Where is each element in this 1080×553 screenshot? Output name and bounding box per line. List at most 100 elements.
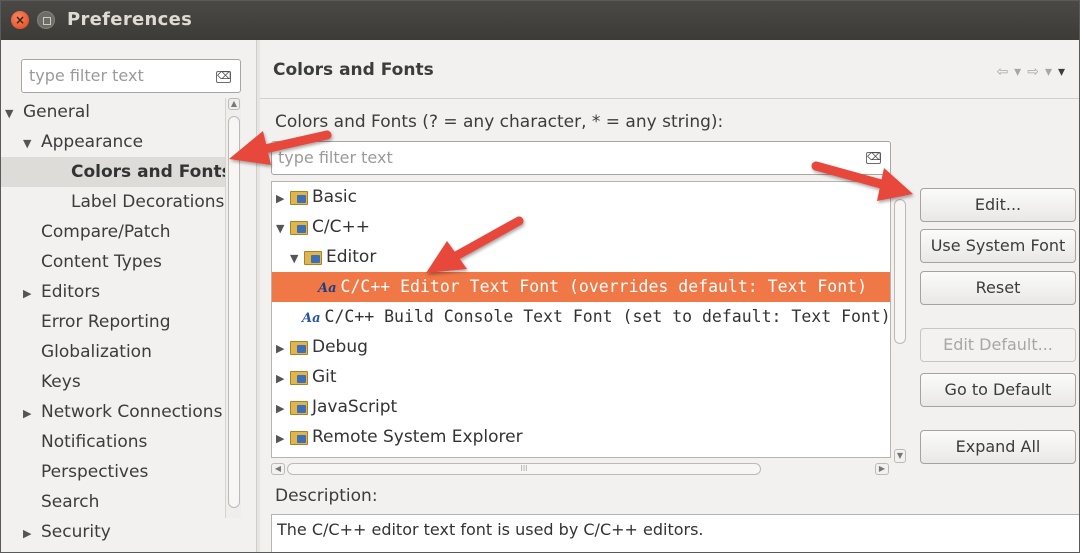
- tree-row[interactable]: ▶ JavaScript: [272, 392, 890, 424]
- tree-row[interactable]: Aa C/C++ Build Console Text Font (set to …: [272, 302, 891, 332]
- expanded-twisty-icon[interactable]: ▼: [290, 244, 304, 274]
- clear-filter-icon[interactable]: ⌫: [866, 152, 881, 164]
- tree-horizontal-scrollbar[interactable]: ◀ III ▶: [271, 461, 891, 477]
- description-label: Description:: [275, 486, 378, 506]
- folder-icon: [290, 399, 308, 415]
- tree-vscroll-thumb[interactable]: [894, 199, 906, 344]
- sidebar-item-label: Error Reporting: [41, 312, 171, 332]
- hscroll-grip: III: [520, 464, 528, 473]
- sidebar-item-label: Keys: [41, 372, 81, 392]
- forward-dropdown-icon[interactable]: ▾: [1045, 64, 1058, 80]
- sidebar-item[interactable]: Search: [1, 487, 226, 517]
- tree-row-label: C/C++ Build Console Text Font (set to de…: [324, 307, 891, 326]
- sidebar-item[interactable]: ▶ Editors: [1, 277, 226, 307]
- collapsed-twisty-icon[interactable]: ▶: [23, 519, 37, 549]
- scroll-left-icon[interactable]: ◀: [271, 463, 285, 475]
- forward-icon[interactable]: ⇨: [1027, 64, 1045, 80]
- collapsed-twisty-icon[interactable]: ▶: [276, 394, 290, 424]
- sidebar-item[interactable]: ▼ General: [1, 97, 226, 127]
- sidebar-item-label: Search: [41, 492, 100, 512]
- sidebar-item-label: Appearance: [41, 132, 144, 152]
- sidebar-item-label: Notifications: [41, 432, 148, 452]
- scroll-down-icon[interactable]: ▼: [894, 449, 906, 463]
- sidebar-item[interactable]: Colors and Fonts: [1, 157, 226, 187]
- tree-row[interactable]: ▶ Remote System Explorer: [272, 422, 890, 454]
- sidebar-item[interactable]: Error Reporting: [1, 307, 226, 337]
- tree-row-label: JavaScript: [312, 397, 398, 417]
- preferences-window: × Preferences type filter text ⌫ ▼ Genera…: [0, 0, 1080, 553]
- expanded-twisty-icon[interactable]: ▼: [276, 214, 290, 244]
- tree-row[interactable]: ▶ Git: [272, 362, 890, 394]
- tree-row-label: Basic: [312, 187, 358, 207]
- tree-row-label: Git: [312, 367, 337, 387]
- collapsed-twisty-icon[interactable]: ▶: [276, 364, 290, 394]
- header-divider: [260, 98, 1079, 99]
- expand-all-button[interactable]: Expand All: [920, 430, 1076, 464]
- clear-filter-icon[interactable]: ⌫: [216, 71, 231, 83]
- minimize-icon[interactable]: [37, 11, 55, 29]
- sidebar-item[interactable]: Compare/Patch: [1, 217, 226, 247]
- sidebar-filter-placeholder: type filter text: [29, 66, 144, 85]
- tree-hscroll-thumb[interactable]: III: [287, 463, 761, 475]
- sidebar-item[interactable]: Perspectives: [1, 457, 226, 487]
- sidebar-item[interactable]: Content Types: [1, 247, 226, 277]
- sidebar-scrollbar[interactable]: ▲: [225, 98, 241, 518]
- colors-filter-input[interactable]: type filter text ⌫: [271, 141, 891, 175]
- preference-page: Colors and Fonts ⇦▾⇨▾▾ Colors and Fonts …: [260, 40, 1079, 552]
- tree-row[interactable]: ▼ Editor: [272, 242, 890, 274]
- tree-row[interactable]: ▶ Debug: [272, 332, 890, 364]
- go-to-default-button[interactable]: Go to Default: [920, 373, 1076, 407]
- close-icon[interactable]: ×: [11, 11, 29, 29]
- sidebar-filter-input[interactable]: type filter text ⌫: [21, 59, 241, 93]
- tree-row-label: Debug: [312, 337, 368, 357]
- expanded-twisty-icon[interactable]: ▼: [5, 99, 19, 129]
- expanded-twisty-icon[interactable]: ▼: [23, 129, 37, 159]
- back-icon[interactable]: ⇦: [996, 64, 1014, 80]
- sidebar-item[interactable]: ▶ Security: [1, 517, 226, 547]
- collapsed-twisty-icon[interactable]: ▶: [276, 184, 290, 214]
- sidebar-item[interactable]: ▼ Appearance: [1, 127, 226, 157]
- preferences-tree: ▼ General ▼ Appearance Colors and Fonts Label…: [1, 97, 226, 551]
- page-title: Colors and Fonts: [273, 60, 434, 80]
- sidebar-item-label: Globalization: [41, 342, 152, 362]
- collapsed-twisty-icon[interactable]: ▶: [276, 424, 290, 454]
- scroll-up-icon[interactable]: ▲: [228, 98, 240, 110]
- sidebar-item[interactable]: Globalization: [1, 337, 226, 367]
- sidebar-item-label: Label Decorations: [71, 192, 225, 212]
- sidebar-item-label: Content Types: [41, 252, 162, 272]
- colors-filter-placeholder: type filter text: [278, 148, 393, 167]
- sidebar-item[interactable]: Keys: [1, 367, 226, 397]
- sidebar-scrollbar-thumb[interactable]: [228, 116, 240, 508]
- tree-row[interactable]: Aa C/C++ Editor Text Font (overrides defa…: [272, 272, 890, 302]
- edit-button[interactable]: Edit...: [920, 188, 1076, 222]
- sidebar-item[interactable]: Notifications: [1, 427, 226, 457]
- collapsed-twisty-icon[interactable]: ▶: [23, 399, 37, 429]
- reset-button[interactable]: Reset: [920, 271, 1076, 305]
- folder-icon: [290, 189, 308, 205]
- tree-vertical-scrollbar[interactable]: ▼: [893, 199, 907, 463]
- tree-row-label: C/C++ Editor Text Font (overrides defaul…: [340, 277, 868, 296]
- tree-row[interactable]: ▶ Basic: [272, 182, 890, 214]
- tree-row-label: Editor: [326, 247, 377, 267]
- sidebar-item-label: Compare/Patch: [41, 222, 171, 242]
- sidebar-item-label: General: [23, 102, 90, 122]
- font-icon: Aa: [318, 281, 337, 296]
- back-dropdown-icon[interactable]: ▾: [1014, 64, 1027, 80]
- collapsed-twisty-icon[interactable]: ▶: [276, 334, 290, 364]
- tree-row[interactable]: ▼ C/C++: [272, 212, 890, 244]
- folder-icon: [290, 219, 308, 235]
- edit-default-button[interactable]: Edit Default...: [920, 328, 1076, 362]
- folder-icon: [290, 369, 308, 385]
- sidebar-item-label: Perspectives: [41, 462, 149, 482]
- collapsed-twisty-icon[interactable]: ▶: [23, 279, 37, 309]
- view-menu-icon[interactable]: ▾: [1058, 64, 1071, 80]
- sidebar-item[interactable]: Label Decorations: [1, 187, 226, 217]
- scroll-right-icon[interactable]: ▶: [875, 463, 889, 475]
- folder-icon: [304, 249, 322, 265]
- description-text: The C/C++ editor text font is used by C/…: [271, 514, 1079, 552]
- use-system-font-button[interactable]: Use System Font: [920, 229, 1076, 263]
- history-nav: ⇦▾⇨▾▾: [996, 64, 1071, 80]
- preferences-sidebar: type filter text ⌫ ▼ General ▼ Appearance Co…: [1, 40, 256, 552]
- sidebar-item-label: Network Connections: [41, 402, 223, 422]
- sidebar-item[interactable]: ▶ Network Connections: [1, 397, 226, 427]
